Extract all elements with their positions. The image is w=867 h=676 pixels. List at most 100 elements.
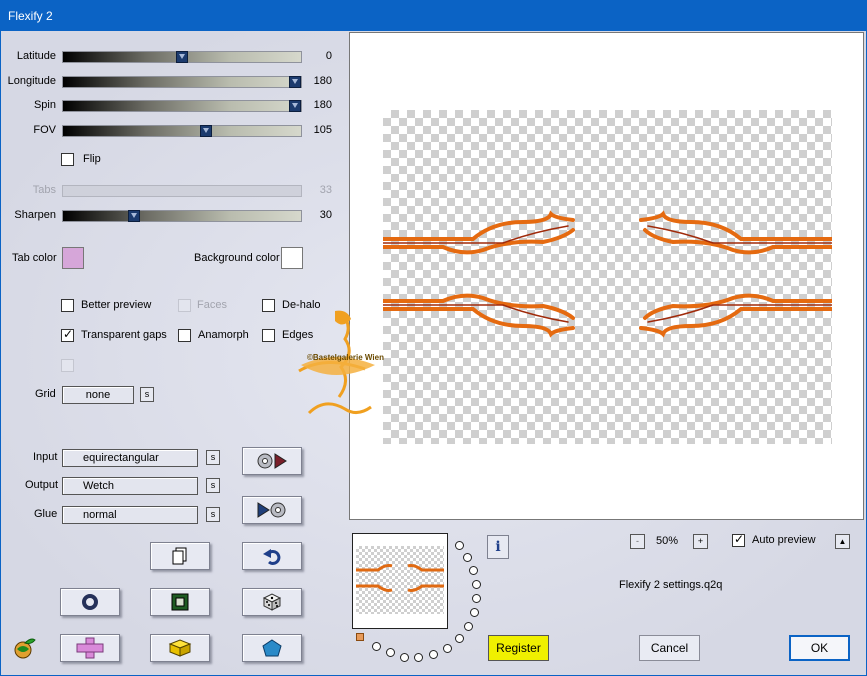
- preset-dial-dot[interactable]: [400, 653, 409, 662]
- ring-icon: [82, 594, 98, 610]
- undo-button[interactable]: [242, 542, 302, 570]
- fov-value: 105: [313, 124, 332, 136]
- grid-s-button[interactable]: s: [140, 387, 154, 402]
- pentagon-button[interactable]: [242, 634, 302, 662]
- thumbnail-frame[interactable]: [352, 533, 448, 629]
- tabs-slider[interactable]: [62, 185, 302, 197]
- output-label: Output: [25, 479, 59, 491]
- zoom-in-button[interactable]: +: [693, 534, 708, 549]
- background-color-swatch[interactable]: [281, 247, 303, 269]
- settings-filename: Flexify 2 settings.q2q: [619, 579, 723, 591]
- longitude-value: 180: [313, 75, 332, 87]
- preset-dial-dot[interactable]: [470, 608, 479, 617]
- preset-dial-dot[interactable]: [472, 580, 481, 589]
- spin-value: 180: [313, 99, 332, 111]
- save-preset-button[interactable]: [242, 496, 302, 524]
- sharpen-slider[interactable]: [62, 210, 302, 222]
- latitude-label: Latitude: [16, 50, 56, 62]
- preset-dial-dot[interactable]: [455, 634, 464, 643]
- input-label: Input: [33, 451, 58, 463]
- better-preview-label: Better preview: [81, 299, 152, 311]
- sharpen-value: 30: [319, 209, 332, 221]
- cancel-button[interactable]: Cancel: [639, 635, 700, 661]
- grid-select[interactable]: none: [62, 386, 134, 404]
- glue-s-button[interactable]: s: [206, 507, 220, 522]
- latitude-slider-thumb[interactable]: [176, 51, 188, 63]
- play-disc-icon: [257, 502, 286, 518]
- load-preset-button[interactable]: [242, 447, 302, 475]
- preset-dial-dot[interactable]: [372, 642, 381, 651]
- preset-dial-dot[interactable]: [469, 566, 478, 575]
- expand-button[interactable]: ▲: [835, 534, 850, 549]
- longitude-label: Longitude: [7, 75, 56, 87]
- anamorph-label: Anamorph: [198, 329, 249, 341]
- watermark-logo: [295, 309, 385, 430]
- dice-icon: [262, 593, 282, 611]
- square-frame-icon: [171, 593, 189, 611]
- unlabeled-checkbox[interactable]: [61, 359, 74, 372]
- edges-checkbox[interactable]: [262, 329, 275, 342]
- latitude-value: 0: [325, 50, 332, 62]
- pentagon-icon: [262, 639, 282, 657]
- info-button[interactable]: i: [487, 535, 509, 559]
- better-preview-checkbox[interactable]: [61, 299, 74, 312]
- info-icon: i: [495, 539, 501, 555]
- longitude-slider[interactable]: [62, 76, 302, 88]
- de-halo-checkbox[interactable]: [262, 299, 275, 312]
- cube-button[interactable]: [150, 634, 210, 662]
- preview-panel: ©Bastelgalerie Wien: [298, 32, 864, 520]
- ring-button[interactable]: [60, 588, 120, 616]
- sharpen-slider-thumb[interactable]: [128, 210, 140, 222]
- faces-checkbox[interactable]: [178, 299, 191, 312]
- fov-slider-thumb[interactable]: [200, 125, 212, 137]
- window-title: Flexify 2: [8, 9, 53, 23]
- copy-pages-icon: [172, 547, 187, 565]
- cross-button[interactable]: [60, 634, 120, 662]
- auto-preview-label: Auto preview: [752, 534, 816, 546]
- output-s-button[interactable]: s: [206, 478, 220, 493]
- output-select[interactable]: Wetch: [62, 477, 198, 495]
- anamorph-checkbox[interactable]: [178, 329, 191, 342]
- preset-dial-dot[interactable]: [414, 653, 423, 662]
- square-button[interactable]: [150, 588, 210, 616]
- fov-label: FOV: [33, 124, 56, 136]
- copy-button[interactable]: [150, 542, 210, 570]
- auto-preview-checkbox[interactable]: ✓: [732, 532, 745, 547]
- ok-button[interactable]: OK: [789, 635, 850, 661]
- grid-label: Grid: [35, 388, 56, 400]
- tabs-value: 33: [319, 184, 332, 196]
- latitude-slider[interactable]: [62, 51, 302, 63]
- spin-slider[interactable]: [62, 100, 302, 112]
- zoom-out-button[interactable]: -: [630, 534, 645, 549]
- preset-dial-dot[interactable]: [429, 650, 438, 659]
- input-select[interactable]: equirectangular: [62, 449, 198, 467]
- transparent-gaps-checkbox[interactable]: ✓: [61, 327, 74, 342]
- tab-color-swatch[interactable]: [62, 247, 84, 269]
- cube-icon: [168, 639, 192, 657]
- preset-dial-dot[interactable]: [463, 553, 472, 562]
- app-logo: [13, 637, 37, 662]
- undo-arrow-icon: [263, 549, 281, 565]
- preset-dial-dot[interactable]: [464, 622, 473, 631]
- flip-label: Flip: [83, 153, 101, 165]
- fov-slider[interactable]: [62, 125, 302, 137]
- flip-checkbox[interactable]: [61, 153, 74, 166]
- random-button[interactable]: [242, 588, 302, 616]
- transparent-gaps-label: Transparent gaps: [81, 329, 167, 341]
- spin-slider-thumb[interactable]: [289, 100, 301, 112]
- preset-dial-dot[interactable]: [455, 541, 464, 550]
- input-s-button[interactable]: s: [206, 450, 220, 465]
- dial-marker: [356, 633, 364, 641]
- preset-dial-dot[interactable]: [472, 594, 481, 603]
- preset-dial-dot[interactable]: [386, 648, 395, 657]
- glue-select[interactable]: normal: [62, 506, 198, 524]
- preset-dial-dot[interactable]: [443, 644, 452, 653]
- title-bar: Flexify 2: [0, 0, 867, 31]
- tabs-label: Tabs: [32, 184, 56, 196]
- sharpen-label: Sharpen: [14, 209, 56, 221]
- register-button[interactable]: Register: [488, 635, 549, 661]
- longitude-slider-thumb[interactable]: [289, 76, 301, 88]
- check-mark-icon: ✓: [734, 532, 745, 546]
- background-color-label: Background color: [194, 252, 280, 264]
- spin-label: Spin: [33, 99, 56, 111]
